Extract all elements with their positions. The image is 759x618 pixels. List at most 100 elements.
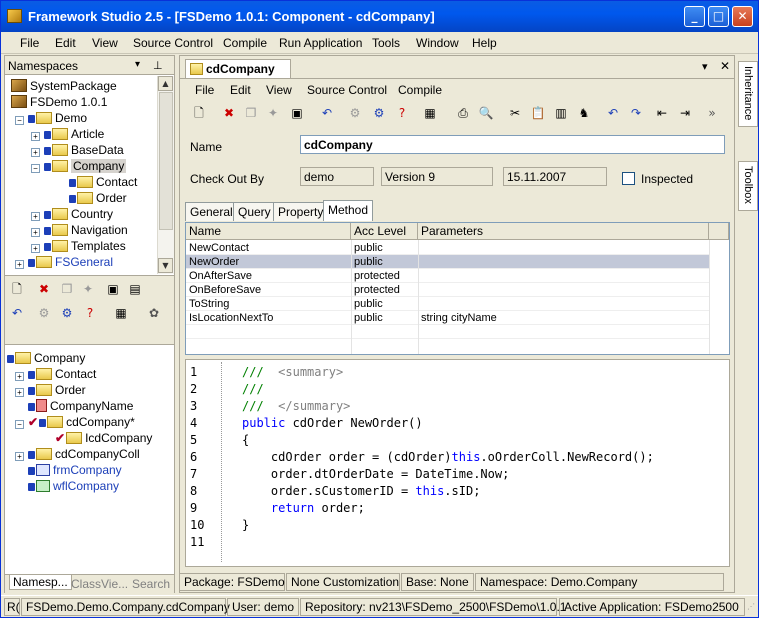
preview-icon[interactable]: 🔍 <box>477 104 495 122</box>
overflow-icon[interactable]: » <box>703 104 721 122</box>
expand-icon[interactable]: + <box>31 228 40 237</box>
delete-icon[interactable]: ✖ <box>220 104 238 122</box>
close-button[interactable]: ✕ <box>732 6 753 27</box>
expand-icon[interactable]: + <box>31 244 40 253</box>
tree-item-fsdemo[interactable]: FSDemo 1.0.1 <box>11 94 107 110</box>
tree-item-contact[interactable]: Contact <box>69 174 137 190</box>
tree-item-templates[interactable]: Templates <box>44 238 126 254</box>
checkin-icon[interactable]: ⚙ <box>35 304 53 322</box>
menu-source-control[interactable]: Source Control <box>133 36 213 50</box>
undo-icon[interactable]: ↶ <box>318 104 336 122</box>
table-row[interactable]: ToString public <box>186 297 709 311</box>
table-row-new[interactable] <box>186 325 709 339</box>
column-header-acc-level[interactable]: Acc Level <box>351 223 418 240</box>
resize-grip-icon[interactable]: ⋰ <box>747 602 755 611</box>
menu-help[interactable]: Help <box>472 36 497 50</box>
close-tab-icon[interactable]: ✕ <box>720 59 730 73</box>
tree-scrollbar[interactable]: ▲ ▼ <box>157 76 174 274</box>
expand-icon[interactable]: + <box>15 260 24 269</box>
menu-compile[interactable]: Compile <box>223 36 267 50</box>
tree2-item-icdcompany[interactable]: ✔ IcdCompany <box>55 430 152 446</box>
scroll-up-icon[interactable]: ▲ <box>158 76 173 91</box>
column-header-name[interactable]: Name <box>186 223 351 240</box>
collapse-icon[interactable]: − <box>15 116 24 125</box>
expand-icon[interactable]: + <box>31 148 40 157</box>
table-row[interactable]: NewOrder public <box>186 255 709 269</box>
tab-classview[interactable]: ClassVie... <box>71 577 128 591</box>
tree2-item-cdcompany[interactable]: ✔ cdCompany* <box>28 414 135 430</box>
menu-window[interactable]: Window <box>416 36 459 50</box>
checkout-icon[interactable]: ⚙ <box>58 304 76 322</box>
clipboard-icon[interactable]: ▥ <box>552 104 570 122</box>
expand-icon[interactable]: + <box>15 452 24 461</box>
undo-icon[interactable]: ↶ <box>8 304 26 322</box>
name-field[interactable]: cdCompany <box>300 135 725 154</box>
tree-item-article[interactable]: Article <box>44 126 104 142</box>
table-row[interactable]: OnAfterSave protected <box>186 269 709 283</box>
doc-menu-view[interactable]: View <box>266 83 292 97</box>
collapse-icon[interactable]: − <box>15 420 24 429</box>
tab-list-icon[interactable]: ▾ <box>702 60 708 73</box>
tree-item-basedata[interactable]: BaseData <box>44 142 124 158</box>
find-icon[interactable]: ♞ <box>575 104 593 122</box>
tab-method[interactable]: Method <box>323 200 374 221</box>
tree-item-country[interactable]: Country <box>44 206 113 222</box>
table-row[interactable]: OnBeforeSave protected <box>186 283 709 297</box>
doc-menu-edit[interactable]: Edit <box>230 83 251 97</box>
scroll-thumb[interactable] <box>159 92 173 230</box>
history-icon[interactable]: ? <box>393 104 411 122</box>
checkin-icon[interactable]: ⚙ <box>346 104 364 122</box>
puzzle-icon[interactable]: ✦ <box>264 104 282 122</box>
doc-menu-file[interactable]: File <box>195 83 214 97</box>
tree2-item-wflcompany[interactable]: wflCompany <box>28 478 119 494</box>
collapse-icon[interactable]: − <box>31 164 40 173</box>
history-icon[interactable]: ? <box>81 304 99 322</box>
layout-icon[interactable]: ▦ <box>421 104 439 122</box>
menu-edit[interactable]: Edit <box>55 36 76 50</box>
redo-code-icon[interactable]: ↷ <box>627 104 645 122</box>
tab-inheritance[interactable]: Inheritance <box>738 61 758 127</box>
tab-cdcompany[interactable]: cdCompany <box>185 59 291 78</box>
tab-general[interactable]: General <box>185 202 238 221</box>
tree2-item-cdcompanycoll[interactable]: cdCompanyColl <box>28 446 140 462</box>
puzzle-icon[interactable]: ✦ <box>79 280 97 298</box>
outdent-icon[interactable]: ⇤ <box>653 104 671 122</box>
tab-toolbox[interactable]: Toolbox <box>738 161 758 211</box>
tree2-item-company[interactable]: Company <box>7 350 85 366</box>
tree-item-fsgeneral[interactable]: FSGeneral <box>28 254 113 270</box>
scroll-down-icon[interactable]: ▼ <box>158 258 173 273</box>
minimize-button[interactable]: _ <box>684 6 705 27</box>
copy-icon[interactable]: ❐ <box>242 104 260 122</box>
copy-icon[interactable]: ❐ <box>58 280 76 298</box>
inspected-checkbox[interactable] <box>622 172 635 185</box>
tree2-item-companyname[interactable]: CompanyName <box>28 398 133 414</box>
tree2-item-order[interactable]: Order <box>28 382 86 398</box>
tab-search[interactable]: Search <box>132 577 170 591</box>
tree-item-company[interactable]: Company <box>44 158 127 174</box>
cut-icon[interactable]: ✂ <box>506 104 524 122</box>
doc-menu-compile[interactable]: Compile <box>398 83 442 97</box>
menu-tools[interactable]: Tools <box>372 36 400 50</box>
code-editor[interactable]: 1 2 3 4 5 6 7 8 9 10 11 /// <summary> //… <box>185 359 730 567</box>
expand-icon[interactable]: + <box>15 372 24 381</box>
save-all-icon[interactable]: ▤ <box>126 280 144 298</box>
paste-icon[interactable]: 📋 <box>529 104 547 122</box>
tree-item-order[interactable]: Order <box>69 190 127 206</box>
save-icon[interactable]: ▣ <box>104 280 122 298</box>
dropdown-icon[interactable]: ▾ <box>135 59 140 70</box>
tab-query[interactable]: Query <box>233 202 276 221</box>
doc-menu-source-control[interactable]: Source Control <box>307 83 387 97</box>
save-icon[interactable]: ▣ <box>288 104 306 122</box>
checkout-icon[interactable]: ⚙ <box>370 104 388 122</box>
delete-icon[interactable]: ✖ <box>35 280 53 298</box>
column-header-parameters[interactable]: Parameters <box>418 223 709 240</box>
settings-icon[interactable]: ✿ <box>145 304 163 322</box>
tab-property[interactable]: Property <box>273 202 329 221</box>
tab-namespaces[interactable]: Namesp... <box>9 575 72 590</box>
tree-item-systempackage[interactable]: SystemPackage <box>11 78 117 94</box>
menu-view[interactable]: View <box>92 36 118 50</box>
expand-icon[interactable]: + <box>31 132 40 141</box>
maximize-button[interactable]: □ <box>708 6 729 27</box>
print-icon[interactable]: ⎙ <box>454 104 472 122</box>
new-icon[interactable]: 🗋 <box>8 280 26 298</box>
